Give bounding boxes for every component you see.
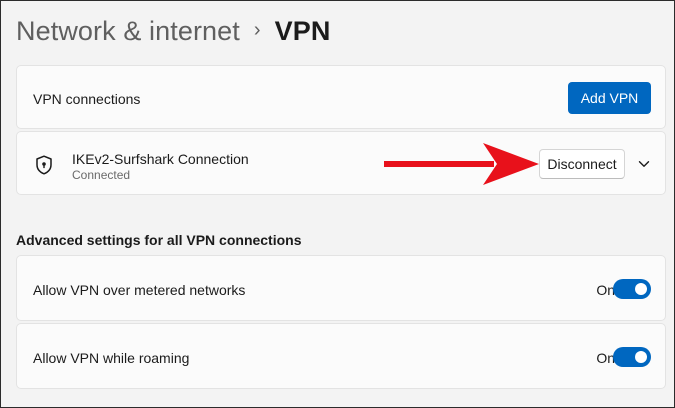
annotation-arrow-icon [384, 143, 539, 185]
page-title: VPN [274, 15, 331, 46]
disconnect-button[interactable]: Disconnect [539, 149, 625, 179]
breadcrumb-parent[interactable]: Network & internet [16, 16, 240, 47]
setting-label: Allow VPN while roaming [33, 350, 190, 366]
connection-status: Connected [72, 168, 131, 182]
connection-name: IKEv2-Surfshark Connection [72, 151, 249, 167]
vpn-connections-card: VPN connections Add VPN [16, 65, 666, 129]
vpn-connection-row[interactable]: IKEv2-Surfshark Connection Connected Dis… [16, 131, 666, 195]
toggle-knob [635, 351, 647, 363]
breadcrumb-separator: › [253, 18, 261, 41]
advanced-settings-heading: Advanced settings for all VPN connection… [16, 232, 302, 248]
metered-networks-toggle[interactable] [613, 279, 651, 299]
setting-row-metered: Allow VPN over metered networks On [16, 255, 666, 321]
shield-icon [36, 155, 52, 175]
chevron-down-icon[interactable] [637, 157, 651, 171]
vpn-connections-label: VPN connections [33, 91, 141, 107]
toggle-knob [635, 283, 647, 295]
roaming-toggle[interactable] [613, 347, 651, 367]
breadcrumb: Network & internet › VPN [16, 13, 331, 49]
add-vpn-button[interactable]: Add VPN [568, 82, 651, 114]
setting-label: Allow VPN over metered networks [33, 282, 246, 298]
setting-row-roaming: Allow VPN while roaming On [16, 323, 666, 389]
